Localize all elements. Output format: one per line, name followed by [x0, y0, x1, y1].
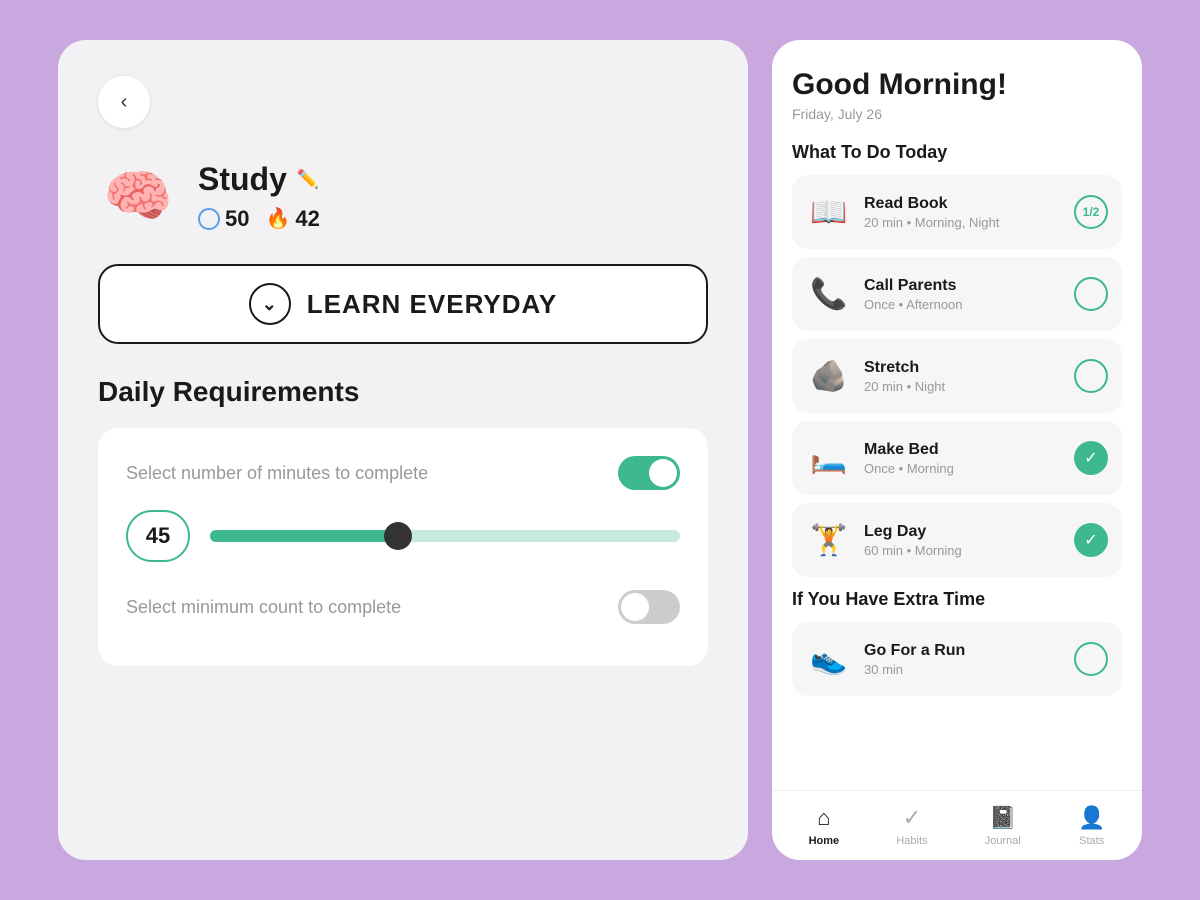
habit-item-meta: 20 min • Night	[864, 379, 1062, 394]
habit-item-icon: 📖	[806, 189, 852, 235]
extra-section-heading: If You Have Extra Time	[792, 589, 1122, 610]
stats-icon: 👤	[1078, 805, 1105, 831]
count-icon	[198, 208, 220, 230]
extra-section: If You Have Extra Time 👟 Go For a Run 30 m…	[792, 589, 1122, 696]
habit-item-meta: 60 min • Morning	[864, 543, 1062, 558]
check-empty-icon[interactable]	[1074, 277, 1108, 311]
slider-fill	[210, 530, 398, 542]
minutes-toggle-row: Select number of minutes to complete	[126, 456, 680, 490]
streak-item: 🔥 42	[265, 206, 319, 232]
nav-habits[interactable]: ✓ Habits	[880, 799, 943, 853]
habit-header: 🧠 Study ✏️ 50 🔥 42	[98, 156, 708, 236]
daily-requirements-title: Daily Requirements	[98, 376, 708, 408]
habit-item-name: Read Book	[864, 195, 1062, 213]
nav-stats-label: Stats	[1079, 835, 1104, 847]
stat-count: 50	[225, 206, 249, 232]
check-partial-icon[interactable]: 1/2	[1074, 195, 1108, 229]
nav-stats[interactable]: 👤 Stats	[1062, 799, 1121, 853]
date-label: Friday, July 26	[792, 106, 1122, 122]
list-item[interactable]: 📖 Read Book 20 min • Morning, Night 1/2	[792, 175, 1122, 249]
habit-item-icon: 🪨	[806, 353, 852, 399]
count-toggle[interactable]	[618, 590, 680, 624]
list-item[interactable]: 🏋️ Leg Day 60 min • Morning ✓	[792, 503, 1122, 577]
right-content: Good Morning! Friday, July 26 What To Do…	[772, 40, 1142, 790]
slider-thumb[interactable]	[384, 522, 412, 550]
nav-home[interactable]: ⌂ Home	[793, 799, 856, 853]
habit-item-text: Leg Day 60 min • Morning	[864, 523, 1062, 558]
back-button[interactable]: ‹	[98, 76, 150, 128]
edit-icon[interactable]: ✏️	[297, 169, 319, 190]
stats-row: 50 🔥 42	[198, 206, 320, 232]
habit-item-text: Go For a Run 30 min	[864, 642, 1062, 677]
slider-track[interactable]	[210, 530, 680, 542]
learn-btn-label: LEARN EVERYDAY	[307, 289, 557, 320]
slider-row: 45	[126, 510, 680, 562]
back-icon: ‹	[121, 91, 128, 114]
habit-item-name: Go For a Run	[864, 642, 1062, 660]
habit-item-text: Make Bed Once • Morning	[864, 441, 1062, 476]
list-item[interactable]: 🛏️ Make Bed Once • Morning ✓	[792, 421, 1122, 495]
home-icon: ⌂	[817, 805, 830, 831]
habit-item-meta: Once • Morning	[864, 461, 1062, 476]
habit-item-text: Read Book 20 min • Morning, Night	[864, 195, 1062, 230]
streak-count: 42	[295, 206, 319, 232]
habit-item-icon: 👟	[806, 636, 852, 682]
check-done-icon[interactable]: ✓	[1074, 523, 1108, 557]
today-section-heading: What To Do Today	[792, 142, 1122, 163]
count-toggle-row: Select minimum count to complete	[126, 590, 680, 624]
habit-item-icon: 🛏️	[806, 435, 852, 481]
habit-item-meta: 20 min • Morning, Night	[864, 215, 1062, 230]
check-done-icon[interactable]: ✓	[1074, 441, 1108, 475]
requirements-card: Select number of minutes to complete 45 …	[98, 428, 708, 666]
chevron-down-icon: ⌄	[249, 283, 291, 325]
nav-home-label: Home	[809, 835, 840, 847]
count-label: Select minimum count to complete	[126, 597, 401, 618]
habit-item-name: Leg Day	[864, 523, 1062, 541]
habit-title-block: Study ✏️ 50 🔥 42	[198, 161, 320, 232]
habits-icon: ✓	[903, 805, 921, 831]
habit-item-text: Stretch 20 min • Night	[864, 359, 1062, 394]
list-item[interactable]: 📞 Call Parents Once • Afternoon	[792, 257, 1122, 331]
slider-value-display: 45	[126, 510, 190, 562]
habit-item-name: Stretch	[864, 359, 1062, 377]
learn-everyday-button[interactable]: ⌄ LEARN EVERYDAY	[98, 264, 708, 344]
check-empty-icon[interactable]	[1074, 359, 1108, 393]
nav-habits-label: Habits	[896, 835, 927, 847]
greeting: Good Morning!	[792, 68, 1122, 102]
fire-icon: 🔥	[265, 206, 290, 231]
habit-item-text: Call Parents Once • Afternoon	[864, 277, 1062, 312]
right-panel: Good Morning! Friday, July 26 What To Do…	[772, 40, 1142, 860]
nav-journal-label: Journal	[985, 835, 1021, 847]
today-habits-list: 📖 Read Book 20 min • Morning, Night 1/2 📞 Cal…	[792, 175, 1122, 577]
journal-icon: 📓	[989, 805, 1016, 831]
habit-item-meta: 30 min	[864, 662, 1062, 677]
habit-icon: 🧠	[98, 156, 178, 236]
habit-item-meta: Once • Afternoon	[864, 297, 1062, 312]
habit-item-name: Make Bed	[864, 441, 1062, 459]
stat-count-item: 50	[198, 206, 249, 232]
habit-name-row: Study ✏️	[198, 161, 320, 198]
extra-habits-list: 👟 Go For a Run 30 min	[792, 622, 1122, 696]
bottom-nav: ⌂ Home ✓ Habits 📓 Journal 👤 Stats	[772, 790, 1142, 860]
habit-item-name: Call Parents	[864, 277, 1062, 295]
check-empty-icon[interactable]	[1074, 642, 1108, 676]
habit-name: Study	[198, 161, 287, 198]
list-item[interactable]: 👟 Go For a Run 30 min	[792, 622, 1122, 696]
minutes-label: Select number of minutes to complete	[126, 463, 428, 484]
minutes-toggle[interactable]	[618, 456, 680, 490]
habit-item-icon: 📞	[806, 271, 852, 317]
nav-journal[interactable]: 📓 Journal	[969, 799, 1037, 853]
habit-item-icon: 🏋️	[806, 517, 852, 563]
list-item[interactable]: 🪨 Stretch 20 min • Night	[792, 339, 1122, 413]
left-panel: ‹ 🧠 Study ✏️ 50 🔥 42 ⌄ LEARN EVERYDAY	[58, 40, 748, 860]
